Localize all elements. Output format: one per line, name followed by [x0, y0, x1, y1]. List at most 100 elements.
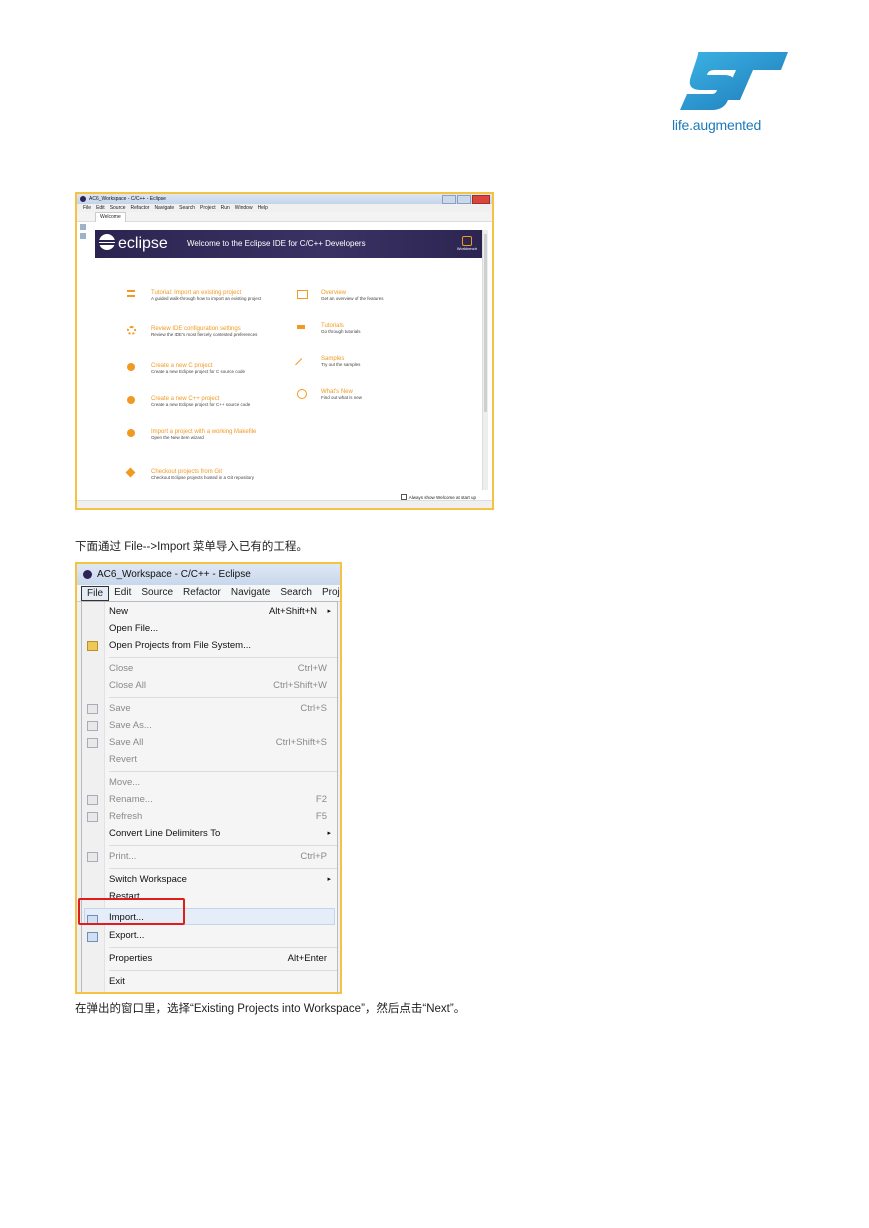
- item-new-c[interactable]: Create a new C project Create a new Ecli…: [127, 363, 281, 375]
- menu-item-convert-line-delimiters[interactable]: Convert Line Delimiters To ▸: [109, 826, 331, 842]
- menu-item-close-all[interactable]: Close All Ctrl+Shift+W: [109, 678, 327, 694]
- caption-file-import: 下面通过 File-->Import 菜单导入已有的工程。: [75, 541, 308, 553]
- eclipse-welcome-screenshot: AC6_Workspace - C/C++ - Eclipse File Edi…: [75, 192, 494, 510]
- menu-window[interactable]: Window: [235, 204, 253, 212]
- menu-source[interactable]: Source: [110, 204, 126, 212]
- caption-existing-projects: 在弹出的窗口里，选择“Existing Projects into Worksp…: [75, 1003, 466, 1015]
- plus-icon: [127, 396, 135, 404]
- menu-separator: [109, 657, 337, 658]
- menu-item-switch-workspace[interactable]: Switch Workspace ▸: [109, 872, 331, 888]
- item-import-makefile[interactable]: Import a project with a working Makefile…: [127, 429, 261, 441]
- item-desc: Checkout Eclipse projects hosted in a Gi…: [151, 475, 255, 480]
- menu-item-close[interactable]: Close Ctrl+W: [109, 661, 327, 677]
- menu-item-label: Switch Workspace: [109, 874, 187, 885]
- rename-icon: [87, 795, 98, 805]
- menu-edit[interactable]: Edit: [109, 585, 136, 601]
- git-icon: [125, 467, 136, 478]
- menu-item-save-all[interactable]: Save All Ctrl+Shift+S: [109, 735, 327, 751]
- item-desc: Create a new Eclipse project for C sourc…: [151, 369, 246, 374]
- whats-new-icon: [297, 389, 307, 399]
- restore-icon[interactable]: [80, 224, 86, 230]
- menu-help[interactable]: Help: [258, 204, 268, 212]
- menu-item-label: Properties: [109, 953, 153, 964]
- menu-item-accel: Alt+Enter: [287, 953, 327, 964]
- item-new-cpp[interactable]: Create a new C++ project Create a new Ec…: [127, 396, 281, 408]
- menu-item-accel: Ctrl+Shift+S: [275, 737, 327, 748]
- menu-navigate[interactable]: Navigate: [154, 204, 174, 212]
- menu-item-accel: Ctrl+W: [297, 663, 327, 674]
- item-overview[interactable]: Overview Get an overview of the features: [297, 290, 421, 302]
- minimize-icon[interactable]: [442, 195, 456, 204]
- menubar: File Edit Source Refactor Navigate Searc…: [77, 204, 492, 212]
- item-desc: Create a new Eclipse project for C++ sou…: [151, 402, 251, 407]
- menu-file[interactable]: File: [83, 204, 91, 212]
- item-desc: Try out the samples: [321, 362, 361, 367]
- statusbar: [77, 500, 492, 508]
- file-menu-screenshot: AC6_Workspace - C/C++ - Eclipse File Edi…: [75, 562, 342, 994]
- submenu-arrow-icon: ▸: [327, 876, 331, 883]
- menu-item-rename[interactable]: Rename... F2: [109, 792, 327, 808]
- plus-icon: [127, 363, 135, 371]
- menu-item-label: Open Projects from File System...: [109, 640, 252, 651]
- menu-item-refresh[interactable]: Refresh F5: [109, 809, 327, 825]
- menu-separator: [109, 771, 337, 772]
- menu-item-exit[interactable]: Exit: [109, 974, 327, 990]
- export-icon: [87, 932, 98, 942]
- welcome-header: eclipse Welcome to the Eclipse IDE for C…: [95, 230, 484, 258]
- menu-item-open-file[interactable]: Open File...: [109, 621, 327, 637]
- menu-refactor[interactable]: Refactor: [131, 204, 150, 212]
- menu-navigate[interactable]: Navigate: [226, 585, 275, 601]
- menu-search[interactable]: Search: [179, 204, 195, 212]
- item-tutorial[interactable]: Tutorial: Import an existing project A g…: [127, 290, 281, 302]
- menu-run[interactable]: Run: [221, 204, 230, 212]
- maximize-icon[interactable]: [457, 195, 471, 204]
- menu-refactor[interactable]: Refactor: [178, 585, 226, 601]
- list-icon: [127, 290, 135, 297]
- item-whats-new[interactable]: What's New Find out what is new: [297, 389, 421, 401]
- menu-item-revert[interactable]: Revert: [109, 752, 327, 768]
- menu-item-label: Close: [109, 663, 134, 674]
- import-highlight-box: [78, 898, 185, 925]
- menu-item-save[interactable]: Save Ctrl+S: [109, 701, 327, 717]
- file-dropdown-menu: New Alt+Shift+N ▸ Open File... Open Projec…: [81, 601, 338, 992]
- menu-item-properties[interactable]: Properties Alt+Enter: [109, 951, 327, 967]
- window-titlebar: AC6_Workspace - C/C++ - Eclipse: [77, 564, 340, 585]
- st-tagline: life.augmented: [672, 117, 762, 133]
- menu-item-print[interactable]: Print... Ctrl+P: [109, 849, 327, 865]
- wand-icon: [295, 358, 308, 371]
- workbench-label[interactable]: Workbench: [457, 246, 477, 251]
- view-icon[interactable]: [80, 233, 86, 239]
- map-icon: [297, 290, 308, 299]
- save-icon: [87, 704, 98, 714]
- menu-item-accel: F5: [315, 811, 327, 822]
- item-samples[interactable]: Samples Try out the samples: [295, 356, 421, 371]
- menu-item-label: Save: [109, 703, 131, 714]
- menu-item-accel: Ctrl+P: [300, 851, 327, 862]
- menu-item-move[interactable]: Move...: [109, 775, 327, 791]
- item-tutorials[interactable]: Tutorials Go through tutorials: [297, 323, 421, 335]
- scrollbar[interactable]: [482, 230, 488, 490]
- item-review-config[interactable]: Review IDE configuration settings Review…: [127, 326, 281, 338]
- menu-item-export[interactable]: Export...: [109, 928, 327, 944]
- save-as-icon: [87, 721, 98, 731]
- item-desc: Review the IDE's most fiercely contested…: [151, 332, 258, 337]
- window-title: AC6_Workspace - C/C++ - Eclipse: [89, 196, 166, 202]
- item-git-checkout[interactable]: Checkout projects from Git Checkout Ecli…: [125, 467, 291, 481]
- menu-edit[interactable]: Edit: [96, 204, 105, 212]
- menu-item-new[interactable]: New Alt+Shift+N ▸: [109, 604, 331, 620]
- menu-file[interactable]: File: [81, 586, 110, 601]
- menu-project[interactable]: Project: [317, 585, 340, 601]
- menu-item-open-projects[interactable]: Open Projects from File System...: [109, 638, 327, 654]
- tab-welcome[interactable]: Welcome: [95, 212, 126, 222]
- menu-item-label: Print...: [109, 851, 137, 862]
- menu-project[interactable]: Project: [200, 204, 216, 212]
- close-icon[interactable]: [472, 195, 490, 204]
- welcome-title: Welcome to the Eclipse IDE for C/C++ Dev…: [187, 239, 366, 248]
- scrollbar-thumb[interactable]: [484, 234, 487, 412]
- menubar: File Edit Source Refactor Navigate Searc…: [77, 585, 340, 602]
- menu-search[interactable]: Search: [275, 585, 317, 601]
- menu-source[interactable]: Source: [136, 585, 178, 601]
- menu-item-save-as[interactable]: Save As...: [109, 718, 327, 734]
- workbench-icon[interactable]: [462, 236, 472, 246]
- print-icon: [87, 852, 98, 862]
